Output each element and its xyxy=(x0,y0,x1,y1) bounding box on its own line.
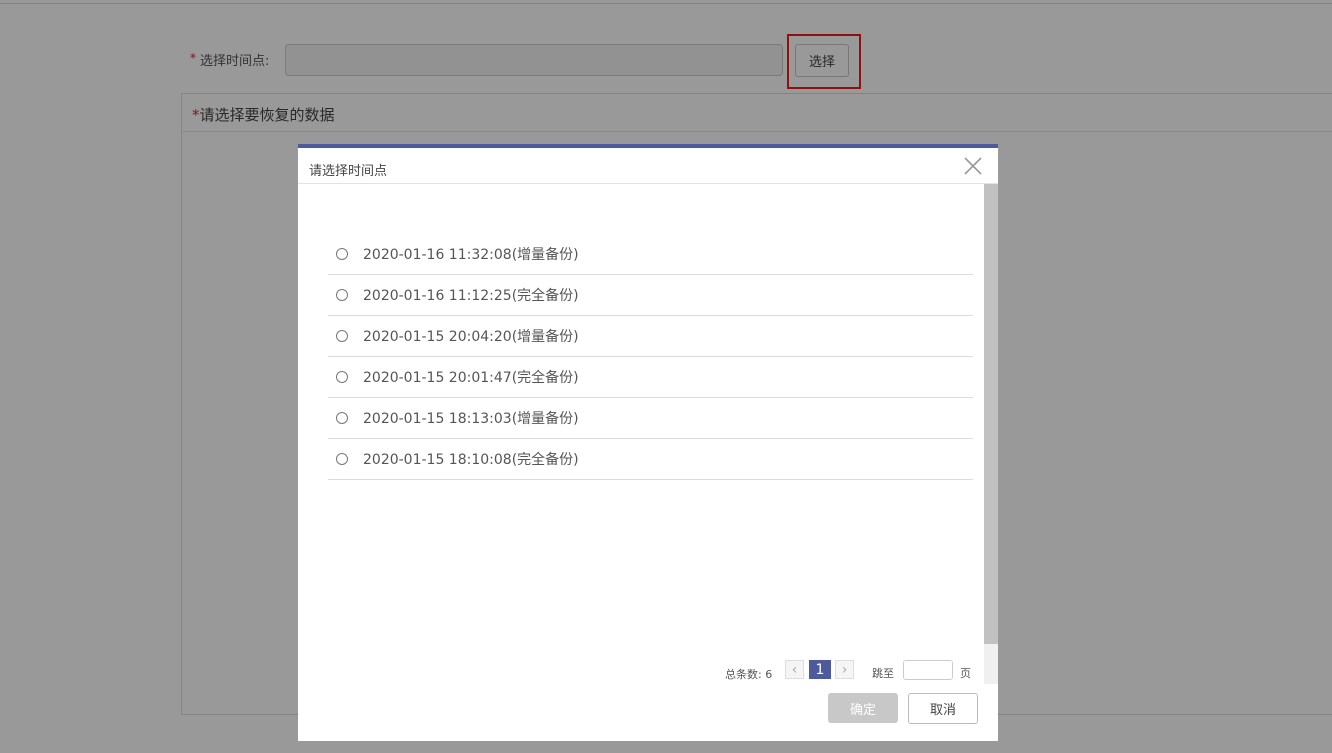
jump-page-input[interactable] xyxy=(903,660,953,680)
radio-button[interactable] xyxy=(336,371,348,383)
time-point-option[interactable]: 2020-01-15 18:10:08(完全备份) xyxy=(328,439,973,480)
radio-button[interactable] xyxy=(336,289,348,301)
time-point-option[interactable]: 2020-01-15 18:13:03(增量备份) xyxy=(328,398,973,439)
time-point-option[interactable]: 2020-01-16 11:32:08(增量备份) xyxy=(328,234,973,275)
next-page-button[interactable]: › xyxy=(835,660,854,679)
page-unit-label: 页 xyxy=(960,667,971,680)
time-point-label: 2020-01-15 20:01:47(完全备份) xyxy=(363,370,579,386)
close-icon[interactable] xyxy=(962,155,984,177)
time-point-option[interactable]: 2020-01-15 20:01:47(完全备份) xyxy=(328,357,973,398)
time-point-label: 2020-01-15 18:10:08(完全备份) xyxy=(363,452,579,468)
time-point-option[interactable]: 2020-01-15 20:04:20(增量备份) xyxy=(328,316,973,357)
page-number-current[interactable]: 1 xyxy=(809,660,831,679)
jump-to-label: 跳至 xyxy=(872,667,894,680)
dialog-title: 请选择时间点 xyxy=(309,164,388,179)
dialog-header: 请选择时间点 xyxy=(298,148,998,184)
total-count: 总条数: 6 xyxy=(725,668,773,681)
time-point-dialog: 请选择时间点 2020-01-16 11:32:08(增量备份) 2020-01… xyxy=(298,144,998,741)
pagination: 总条数: 6 ‹ 1 › 跳至 页 xyxy=(298,660,984,686)
dialog-body: 2020-01-16 11:32:08(增量备份) 2020-01-16 11:… xyxy=(298,184,984,684)
scrollbar-thumb[interactable] xyxy=(984,184,998,644)
time-point-label: 2020-01-16 11:12:25(完全备份) xyxy=(363,288,579,304)
radio-button[interactable] xyxy=(336,453,348,465)
radio-button[interactable] xyxy=(336,412,348,424)
time-point-label: 2020-01-15 18:13:03(增量备份) xyxy=(363,411,579,427)
radio-button[interactable] xyxy=(336,330,348,342)
cancel-button[interactable]: 取消 xyxy=(908,693,978,724)
time-point-option[interactable]: 2020-01-16 11:12:25(完全备份) xyxy=(328,275,973,316)
time-point-label: 2020-01-16 11:32:08(增量备份) xyxy=(363,247,579,263)
prev-page-button[interactable]: ‹ xyxy=(785,660,804,679)
radio-button[interactable] xyxy=(336,248,348,260)
time-point-list: 2020-01-16 11:32:08(增量备份) 2020-01-16 11:… xyxy=(328,234,973,480)
confirm-button[interactable]: 确定 xyxy=(828,693,898,723)
time-point-label: 2020-01-15 20:04:20(增量备份) xyxy=(363,329,579,345)
